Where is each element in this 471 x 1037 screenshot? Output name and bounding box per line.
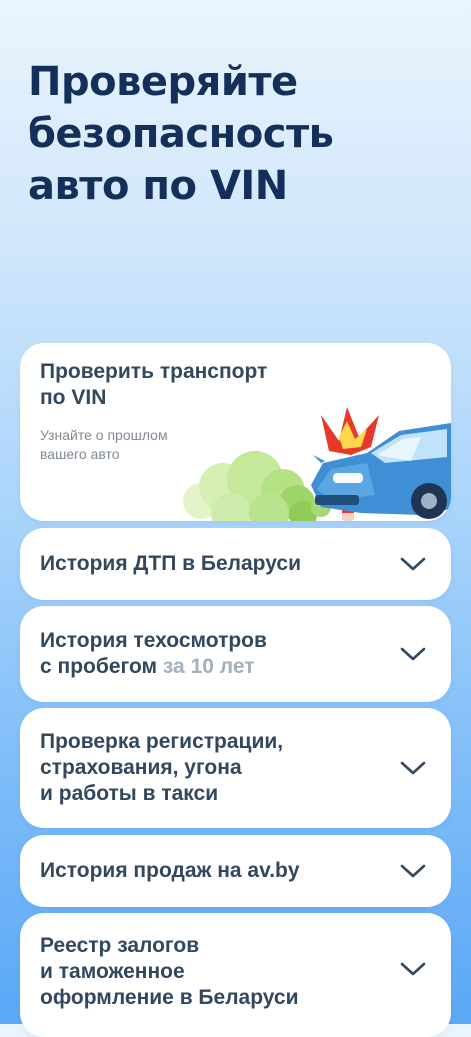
- accordion-inspection-history-label: История техосмотров с пробегом за 10 лет: [40, 628, 380, 680]
- accordion-pledge-registry-label: Реестр залогов и таможенное оформление в…: [40, 933, 380, 1011]
- chevron-down-icon[interactable]: [399, 759, 427, 777]
- registration-check-line-1: Проверка регистрации,: [40, 730, 284, 753]
- chevron-down-icon[interactable]: [399, 960, 427, 978]
- pledge-registry-line-1: Реестр залогов: [40, 934, 200, 957]
- accordion-pledge-registry[interactable]: Реестр залогов и таможенное оформление в…: [20, 913, 451, 1037]
- vin-check-subtitle-line-2: вашего авто: [40, 446, 120, 462]
- chevron-down-icon[interactable]: [399, 555, 427, 573]
- pledge-registry-line-2: и таможенное: [40, 960, 185, 983]
- car-crash-illustration: [183, 407, 451, 521]
- chevron-down-icon[interactable]: [399, 645, 427, 663]
- accordion-inspection-history[interactable]: История техосмотров с пробегом за 10 лет: [20, 606, 451, 702]
- accordion-registration-check-label: Проверка регистрации, страхования, угона…: [40, 729, 380, 807]
- vin-check-title-line-1: Проверить транспорт: [40, 360, 268, 383]
- inspection-history-period: за 10 лет: [157, 655, 255, 678]
- inspection-history-line-1: История техосмотров: [40, 629, 267, 652]
- accident-history-text: История ДТП в Беларуси: [40, 552, 301, 575]
- pledge-registry-line-3: оформление в Беларуси: [40, 986, 299, 1009]
- accordion-sales-history-label: История продаж на av.by: [40, 858, 380, 884]
- registration-check-line-2: страхования, угона: [40, 756, 242, 779]
- smoke-cloud: [183, 451, 331, 521]
- inspection-history-line-2: с пробегом за 10 лет: [40, 654, 380, 680]
- accordion-sales-history[interactable]: История продаж на av.by: [20, 835, 451, 907]
- headline-line-2: безопасность: [28, 111, 334, 157]
- accordion-accident-history-label: История ДТП в Беларуси: [40, 551, 380, 577]
- headline-line-1: Проверяйте: [28, 59, 298, 105]
- headline-line-3: авто по VIN: [28, 163, 288, 209]
- accordion-accident-history[interactable]: История ДТП в Беларуси: [20, 528, 451, 600]
- chevron-down-icon[interactable]: [399, 862, 427, 880]
- vin-check-card[interactable]: Проверить транспорт по VIN Узнайте о про…: [20, 343, 451, 521]
- vin-check-subtitle: Узнайте о прошлом вашего авто: [40, 426, 168, 464]
- page-headline: Проверяйте безопасность авто по VIN: [28, 56, 448, 212]
- vin-check-subtitle-line-1: Узнайте о прошлом: [40, 427, 168, 443]
- accordion-registration-check[interactable]: Проверка регистрации, страхования, угона…: [20, 708, 451, 828]
- registration-check-line-3: и работы в такси: [40, 782, 219, 805]
- sales-history-text: История продаж на av.by: [40, 859, 300, 882]
- inspection-history-mileage: с пробегом: [40, 655, 158, 678]
